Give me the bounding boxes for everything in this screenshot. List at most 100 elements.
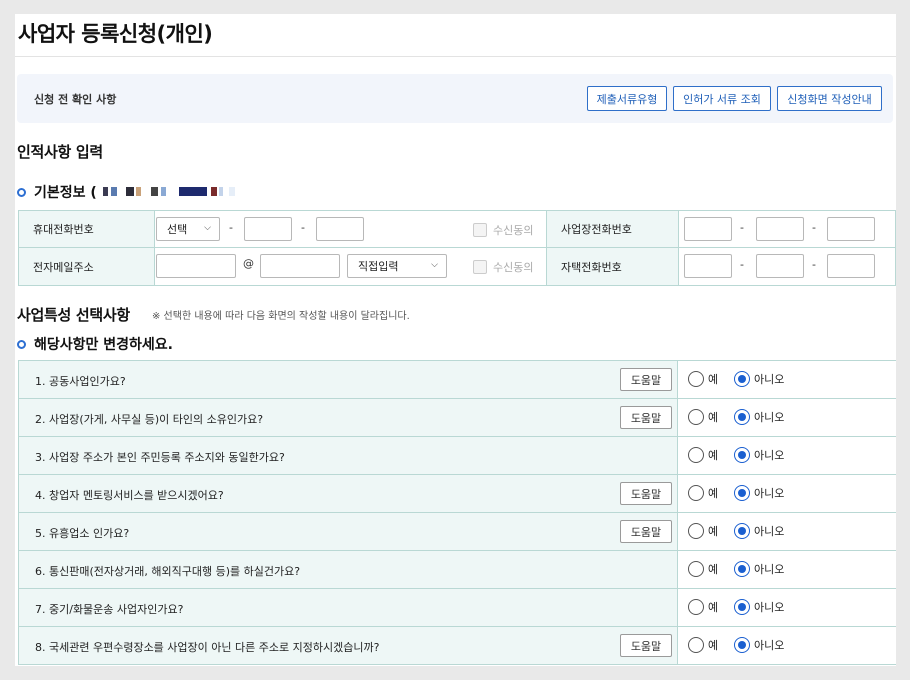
radio-circle-icon <box>688 523 704 539</box>
question-row: 7. 중기/화물운송 사업자인가요? 예 아니오 <box>18 589 896 627</box>
biz-phone-last-input[interactable] <box>827 217 875 241</box>
radio-yes[interactable]: 예 <box>688 485 718 501</box>
submission-doc-type-button[interactable]: 제출서류유형 <box>587 86 667 111</box>
radio-circle-icon <box>734 561 750 577</box>
biz-phone-area-input[interactable] <box>684 217 732 241</box>
change-only-heading: 해당사항만 변경하세요. <box>17 334 173 354</box>
mobile-middle-input[interactable] <box>244 217 292 241</box>
radio-no[interactable]: 아니오 <box>734 523 784 539</box>
mobile-label: 휴대전화번호 <box>19 211 154 247</box>
radio-yes[interactable]: 예 <box>688 371 718 387</box>
question-text: 4. 창업자 멘토링서비스를 받으시겠어요? <box>35 489 224 502</box>
question-row: 5. 유흥업소 인가요? 도움말 예 아니오 <box>18 513 896 551</box>
home-phone-label: 자택전화번호 <box>547 248 678 285</box>
radio-label: 예 <box>708 601 719 614</box>
question-cell: 7. 중기/화물운송 사업자인가요? <box>19 589 678 626</box>
radio-label: 아니오 <box>754 411 785 424</box>
permit-doc-lookup-button[interactable]: 인허가 서류 조회 <box>673 86 771 111</box>
question-cell: 5. 유흥업소 인가요? 도움말 <box>19 513 678 550</box>
chevron-down-icon: ⌵ <box>204 223 211 233</box>
biz-questions-table: 1. 공동사업인가요? 도움말 예 아니오 2. 사업장(가게, 사무실 등)이 타인의… <box>18 360 896 665</box>
radio-circle-icon <box>734 409 750 425</box>
email-id-input[interactable] <box>156 254 236 278</box>
writing-guide-button[interactable]: 신청화면 작성안내 <box>777 86 882 111</box>
question-text: 3. 사업장 주소가 본인 주민등록 주소지와 동일한가요? <box>35 451 285 464</box>
radio-no[interactable]: 아니오 <box>734 485 784 501</box>
biz-features-note: ※ 선택한 내용에 따라 다음 화면의 작성할 내용이 달라집니다. <box>152 311 410 322</box>
help-button[interactable]: 도움말 <box>620 406 672 429</box>
radio-no[interactable]: 아니오 <box>734 599 784 615</box>
divider <box>15 56 896 57</box>
radio-circle-icon <box>734 637 750 653</box>
mobile-consent-checkbox[interactable]: 수신동의 <box>473 222 533 238</box>
question-cell: 3. 사업장 주소가 본인 주민등록 주소지와 동일한가요? <box>19 437 678 474</box>
biz-phone-middle-input[interactable] <box>756 217 804 241</box>
radio-label: 예 <box>708 449 719 462</box>
precheck-label: 신청 전 확인 사항 <box>34 93 117 106</box>
radio-circle-icon <box>688 409 704 425</box>
help-button[interactable]: 도움말 <box>620 634 672 657</box>
radio-circle-icon <box>734 447 750 463</box>
home-phone-area-input[interactable] <box>684 254 732 278</box>
help-button[interactable]: 도움말 <box>620 368 672 391</box>
radio-label: 예 <box>708 373 719 386</box>
radio-no[interactable]: 아니오 <box>734 409 784 425</box>
question-row: 3. 사업장 주소가 본인 주민등록 주소지와 동일한가요? 예 아니오 <box>18 437 896 475</box>
biz-features-heading: 사업특성 선택사항 <box>17 306 130 324</box>
radio-circle-icon <box>688 637 704 653</box>
mobile-prefix-select[interactable]: 선택 ⌵ <box>156 217 220 241</box>
radio-yes[interactable]: 예 <box>688 409 718 425</box>
radio-yes[interactable]: 예 <box>688 523 718 539</box>
chevron-down-icon: ⌵ <box>431 260 438 270</box>
radio-circle-icon <box>688 485 704 501</box>
question-cell: 1. 공동사업인가요? 도움말 <box>19 361 678 398</box>
radio-circle-icon <box>688 371 704 387</box>
radio-circle-icon <box>734 599 750 615</box>
radio-label: 예 <box>708 487 719 500</box>
radio-no[interactable]: 아니오 <box>734 561 784 577</box>
home-phone-last-input[interactable] <box>827 254 875 278</box>
radio-yes[interactable]: 예 <box>688 447 718 463</box>
masked-name-image <box>101 184 251 200</box>
question-text: 5. 유흥업소 인가요? <box>35 527 130 540</box>
mobile-last-input[interactable] <box>316 217 364 241</box>
radio-yes[interactable]: 예 <box>688 637 718 653</box>
radio-label: 예 <box>708 563 719 576</box>
radio-label: 예 <box>708 411 719 424</box>
radio-label: 예 <box>708 639 719 652</box>
email-consent-checkbox[interactable]: 수신동의 <box>473 259 533 275</box>
question-text: 7. 중기/화물운송 사업자인가요? <box>35 603 184 616</box>
radio-circle-icon <box>734 523 750 539</box>
radio-no[interactable]: 아니오 <box>734 371 784 387</box>
home-phone-middle-input[interactable] <box>756 254 804 278</box>
radio-circle-icon <box>688 447 704 463</box>
question-row: 2. 사업장(가게, 사무실 등)이 타인의 소유인가요? 도움말 예 아니오 <box>18 399 896 437</box>
radio-no[interactable]: 아니오 <box>734 447 784 463</box>
radio-circle-icon <box>688 561 704 577</box>
radio-no[interactable]: 아니오 <box>734 637 784 653</box>
radio-label: 아니오 <box>754 525 785 538</box>
radio-label: 아니오 <box>754 487 785 500</box>
email-domain-select[interactable]: 직접입력 ⌵ <box>347 254 447 278</box>
question-row: 6. 통신판매(전자상거래, 해외직구대행 등)를 하실건가요? 예 아니오 <box>18 551 896 589</box>
question-row: 1. 공동사업인가요? 도움말 예 아니오 <box>18 361 896 399</box>
help-button[interactable]: 도움말 <box>620 482 672 505</box>
radio-circle-icon <box>688 599 704 615</box>
radio-label: 아니오 <box>754 373 785 386</box>
radio-yes[interactable]: 예 <box>688 561 718 577</box>
email-label: 전자메일주소 <box>19 248 154 285</box>
mobile-row: 휴대전화번호 선택 ⌵ - - 수신동의 사업장전화번호 - - <box>19 211 895 248</box>
radio-label: 아니오 <box>754 639 785 652</box>
email-domain-input[interactable] <box>260 254 340 278</box>
basic-info-heading: 기본정보 ( <box>17 182 251 202</box>
biz-phone-label: 사업장전화번호 <box>547 211 678 247</box>
radio-yes[interactable]: 예 <box>688 599 718 615</box>
radio-label: 예 <box>708 525 719 538</box>
radio-label: 아니오 <box>754 601 785 614</box>
help-button[interactable]: 도움말 <box>620 520 672 543</box>
radio-label: 아니오 <box>754 563 785 576</box>
email-row: 전자메일주소 @ 직접입력 ⌵ 수신동의 자택전화번호 - - <box>19 248 895 285</box>
bullet-icon <box>17 339 26 349</box>
question-row: 4. 창업자 멘토링서비스를 받으시겠어요? 도움말 예 아니오 <box>18 475 896 513</box>
question-cell: 8. 국세관련 우편수령장소를 사업장이 아닌 다른 주소로 지정하시겠습니까?… <box>19 627 678 664</box>
